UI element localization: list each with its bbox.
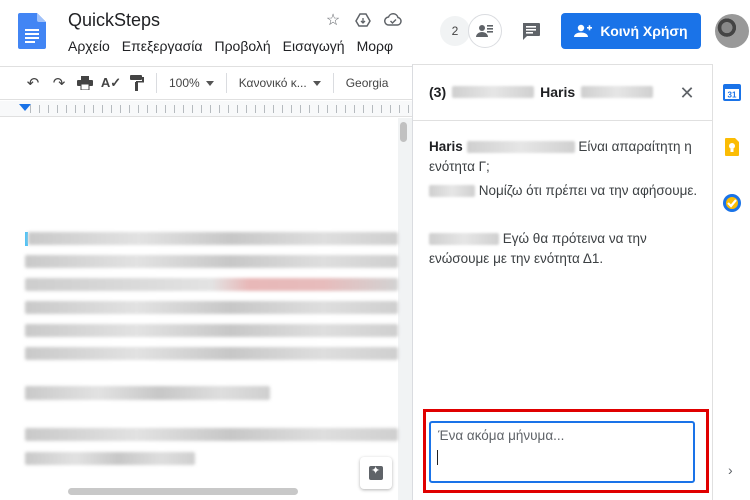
- menu-file[interactable]: Αρχείο: [62, 38, 116, 54]
- redacted-text-line: [25, 301, 398, 314]
- share-button-label: Κοινή Χρήση: [600, 23, 688, 39]
- font-select[interactable]: Georgia: [340, 76, 395, 90]
- redo-icon[interactable]: ↷: [46, 71, 72, 95]
- add-person-icon: [574, 24, 593, 37]
- side-panel-rail: 31 ›: [712, 64, 750, 500]
- tasks-icon[interactable]: [722, 193, 742, 213]
- menu-insert[interactable]: Εισαγωγή: [277, 38, 351, 54]
- comment-count: (3): [429, 84, 447, 100]
- redacted-text-line: [25, 255, 398, 268]
- docs-window: QuickSteps ☆ Αρχείο Επεξεργασία Προβολή …: [0, 0, 750, 500]
- font-value: Georgia: [345, 76, 389, 90]
- title-actions: ☆: [324, 11, 402, 29]
- paint-format-icon[interactable]: [124, 71, 150, 95]
- redacted-text-line: [25, 347, 398, 360]
- redacted-name: [581, 86, 654, 98]
- horizontal-scrollbar[interactable]: [68, 488, 298, 495]
- svg-text:31: 31: [728, 91, 737, 100]
- toolbar-divider: [332, 73, 334, 93]
- avatar[interactable]: [715, 14, 749, 48]
- explore-button[interactable]: [360, 457, 392, 489]
- document-title[interactable]: QuickSteps: [68, 10, 160, 31]
- paragraph-style-select[interactable]: Κανονικό κ...: [233, 76, 327, 90]
- docs-logo-icon[interactable]: [18, 13, 46, 49]
- reply-text-caret: [437, 450, 438, 465]
- redacted-name: [429, 185, 475, 198]
- ruler: [0, 101, 412, 117]
- explore-icon: [369, 464, 383, 480]
- chevron-right-icon[interactable]: ›: [728, 462, 733, 478]
- comment-author: Haris: [429, 139, 463, 154]
- document-canvas: [0, 118, 412, 500]
- menu-format[interactable]: Μορφ: [351, 38, 400, 54]
- redacted-text-line: [25, 428, 398, 441]
- comment-message: Haris Είναι απαραίτητη η ενότητα Γ;: [429, 137, 699, 177]
- chevron-down-icon: [205, 80, 214, 86]
- comment-history-icon[interactable]: [520, 20, 542, 42]
- comment-thread-title: (3) Haris: [429, 84, 654, 100]
- collaborators-icon[interactable]: [468, 14, 502, 48]
- cloud-status-icon[interactable]: [384, 11, 402, 29]
- keep-icon[interactable]: [722, 137, 742, 157]
- spellcheck-icon[interactable]: A✓: [98, 71, 124, 95]
- print-icon[interactable]: [72, 71, 98, 95]
- comment-panel: (3) Haris ✕ Haris Είναι απαραίτητη η ενό…: [412, 64, 713, 500]
- reply-input[interactable]: Ένα ακόμα μήνυμα...: [429, 421, 695, 483]
- redacted-name: [466, 141, 575, 154]
- comment-text: Νομίζω ότι πρέπει να την αφήσουμε.: [478, 183, 698, 198]
- star-icon[interactable]: ☆: [324, 11, 342, 29]
- thread-author-name: Haris: [540, 84, 576, 100]
- app-header: QuickSteps ☆ Αρχείο Επεξεργασία Προβολή …: [0, 0, 750, 64]
- redacted-text-line: [25, 324, 398, 337]
- presence-count-badge[interactable]: 2: [440, 16, 470, 46]
- redacted-text-line: [28, 232, 398, 245]
- comment-panel-header: (3) Haris ✕: [413, 65, 713, 121]
- redacted-name: [452, 86, 535, 98]
- share-button[interactable]: Κοινή Χρήση: [561, 13, 701, 49]
- move-to-drive-icon[interactable]: [354, 11, 372, 29]
- menu-view[interactable]: Προβολή: [208, 38, 276, 54]
- calendar-icon[interactable]: 31: [722, 82, 742, 102]
- redacted-name: [429, 233, 499, 246]
- zoom-select[interactable]: 100%: [163, 76, 220, 90]
- document-page[interactable]: [0, 118, 398, 500]
- menu-bar: Αρχείο Επεξεργασία Προβολή Εισαγωγή Μορφ: [62, 38, 399, 54]
- comment-message: Νομίζω ότι πρέπει να την αφήσουμε.: [429, 181, 699, 201]
- zoom-value: 100%: [169, 76, 200, 90]
- redacted-text-line: [25, 452, 195, 465]
- formatting-toolbar: ↶ ↷ A✓ 100% Κανονικό κ... Georgia: [0, 66, 412, 100]
- redacted-text-line: [25, 278, 398, 291]
- close-icon[interactable]: ✕: [677, 83, 697, 103]
- menu-edit[interactable]: Επεξεργασία: [116, 38, 209, 54]
- chevron-down-icon: [312, 80, 321, 86]
- toolbar-divider: [225, 73, 227, 93]
- vertical-scrollbar[interactable]: [400, 122, 407, 142]
- toolbar-divider: [156, 73, 157, 93]
- undo-icon[interactable]: ↶: [20, 71, 46, 95]
- ruler-ticks: [30, 105, 412, 113]
- paragraph-style-value: Κανονικό κ...: [238, 76, 307, 90]
- indent-marker-icon[interactable]: [19, 104, 31, 111]
- comment-message: Εγώ θα πρότεινα να την ενώσουμε με την ε…: [429, 229, 699, 269]
- redacted-heading: [25, 386, 270, 400]
